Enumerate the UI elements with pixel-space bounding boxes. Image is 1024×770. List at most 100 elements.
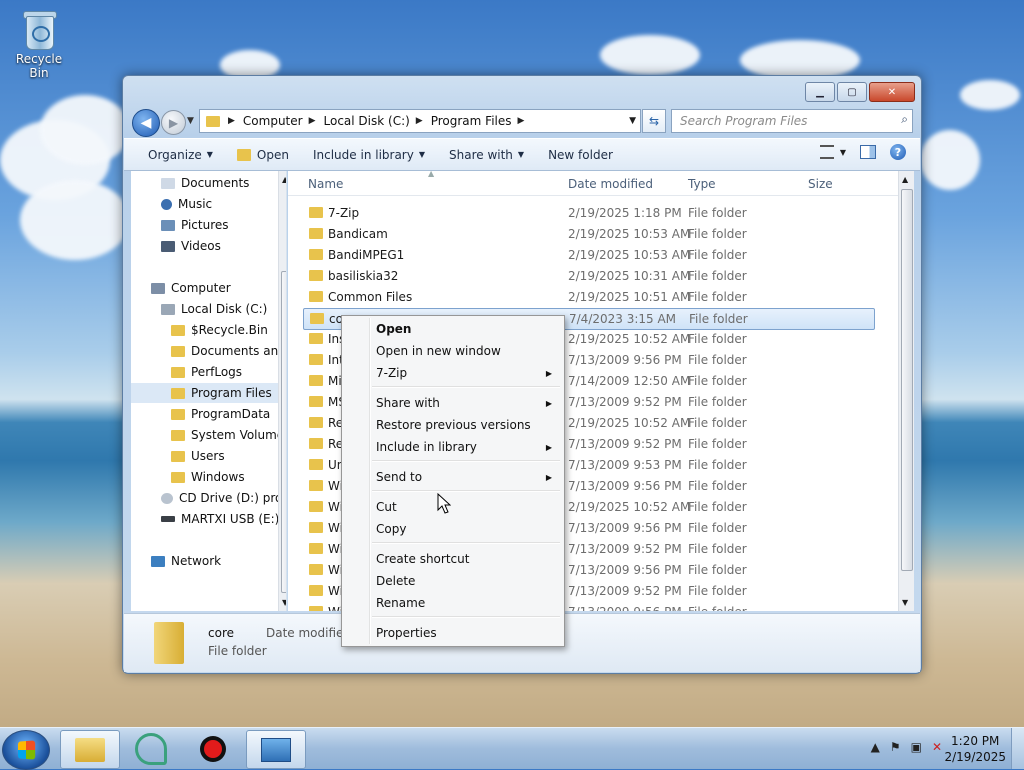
file-type: File folder xyxy=(688,605,747,611)
network-tray-icon[interactable]: ▣ xyxy=(911,740,922,754)
folder-icon xyxy=(171,324,185,336)
include-in-library-button[interactable]: Include in library ▼ xyxy=(313,148,425,162)
open-button[interactable]: Open xyxy=(236,148,289,162)
menu-item-rename[interactable]: Rename xyxy=(376,593,556,613)
new-folder-button[interactable]: New folder xyxy=(548,148,613,162)
menu-item-properties[interactable]: Properties xyxy=(376,623,556,643)
chevron-right-icon[interactable]: ▶ xyxy=(309,116,316,126)
taskbar-explorer-button[interactable] xyxy=(60,730,120,769)
nav-item-music[interactable]: Music xyxy=(161,194,212,214)
nav-label: Documents and xyxy=(191,344,286,358)
nav-item-local-disk[interactable]: Local Disk (C:) xyxy=(161,299,267,319)
content-scrollbar[interactable]: ▲ ▼ xyxy=(898,171,914,611)
address-dropdown-icon[interactable]: ▼ xyxy=(629,116,636,126)
menu-item-share-with[interactable]: Share with ▶ xyxy=(376,393,556,413)
nav-item-documents[interactable]: Documents xyxy=(161,173,249,193)
nav-item-programdata[interactable]: ProgramData xyxy=(171,404,270,424)
breadcrumb-program-files[interactable]: Program Files xyxy=(431,114,512,128)
column-date-modified[interactable]: Date modified xyxy=(568,177,653,191)
folder-icon xyxy=(309,375,323,386)
address-bar[interactable]: ▶ Computer ▶ Local Disk (C:) ▶ Program F… xyxy=(199,109,641,133)
nav-item-perflogs[interactable]: PerfLogs xyxy=(171,362,242,382)
start-button[interactable] xyxy=(2,730,50,770)
search-input[interactable]: Search Program Files ⌕ xyxy=(671,109,913,133)
column-type[interactable]: Type xyxy=(688,177,716,191)
file-type: File folder xyxy=(688,542,747,556)
taskbar-bandicam-button[interactable] xyxy=(184,730,242,767)
table-row[interactable]: BandiMPEG1 2/19/2025 10:53 AM File folder xyxy=(303,245,873,265)
scroll-down-icon[interactable]: ▼ xyxy=(282,598,286,607)
menu-item-delete[interactable]: Delete xyxy=(376,571,556,591)
column-size[interactable]: Size xyxy=(808,177,833,191)
taskbar-app-dragon-button[interactable] xyxy=(122,730,180,767)
menu-item-restore-previous[interactable]: Restore previous versions xyxy=(376,415,556,435)
nav-scrollbar[interactable]: ▲ ▼ xyxy=(278,171,286,611)
preview-pane-icon[interactable] xyxy=(860,145,876,159)
nav-item-videos[interactable]: Videos xyxy=(161,236,221,256)
nav-item-users[interactable]: Users xyxy=(171,446,225,466)
search-icon[interactable]: ⌕ xyxy=(901,112,908,127)
menu-item-create-shortcut[interactable]: Create shortcut xyxy=(376,549,556,569)
nav-item-documents-and-settings[interactable]: Documents and xyxy=(171,341,286,361)
close-button[interactable]: ✕ xyxy=(869,82,915,102)
menu-item-open-new-window[interactable]: Open in new window xyxy=(376,341,556,361)
nav-item-cd-drive[interactable]: CD Drive (D:) pro xyxy=(161,488,282,508)
nav-item-recycle-bin-folder[interactable]: $Recycle.Bin xyxy=(171,320,268,340)
help-icon[interactable]: ? xyxy=(890,144,906,160)
change-view-button[interactable]: ▼ xyxy=(819,145,846,159)
organize-button[interactable]: Organize ▼ xyxy=(148,148,213,162)
cloud xyxy=(600,35,700,75)
menu-item-open[interactable]: Open xyxy=(376,319,556,339)
large-folder-icon xyxy=(154,622,184,664)
table-row[interactable]: basiliskia32 2/19/2025 10:31 AM File folde… xyxy=(303,266,873,286)
nav-item-usb-drive[interactable]: MARTXI USB (E:) xyxy=(161,509,279,529)
recycle-bin-shortcut[interactable]: Recycle Bin xyxy=(6,8,72,80)
file-date: 7/13/2009 9:53 PM xyxy=(568,458,682,472)
scroll-down-icon[interactable]: ▼ xyxy=(902,598,908,607)
minimize-button[interactable]: ▁ xyxy=(805,82,835,102)
nav-item-program-files[interactable]: Program Files xyxy=(131,383,278,403)
breadcrumb-local-disk[interactable]: Local Disk (C:) xyxy=(324,114,410,128)
action-center-flag-icon[interactable]: ⚑ xyxy=(890,740,901,754)
nav-item-computer[interactable]: Computer xyxy=(151,278,231,298)
nav-item-pictures[interactable]: Pictures xyxy=(161,215,229,235)
nav-scroll-thumb[interactable] xyxy=(281,271,286,593)
clock[interactable]: 1:20 PM 2/19/2025 xyxy=(944,733,1006,765)
file-date: 7/13/2009 9:56 PM xyxy=(568,521,682,535)
folder-icon xyxy=(309,270,323,281)
nav-item-network[interactable]: Network xyxy=(151,551,221,571)
table-row[interactable]: Bandicam 2/19/2025 10:53 AM File folder xyxy=(303,224,873,244)
scroll-up-icon[interactable]: ▲ xyxy=(902,175,908,184)
content-scroll-thumb[interactable] xyxy=(901,189,913,571)
forward-button[interactable]: ▶ xyxy=(161,110,186,135)
menu-item-7zip[interactable]: 7-Zip ▶ xyxy=(376,363,556,383)
table-row[interactable]: 7-Zip 2/19/2025 1:18 PM File folder xyxy=(303,203,873,223)
maximize-button[interactable]: ▢ xyxy=(837,82,867,102)
menu-item-include-in-library[interactable]: Include in library ▶ xyxy=(376,437,556,457)
file-type: File folder xyxy=(688,584,747,598)
column-name[interactable]: Name xyxy=(308,177,343,191)
show-hidden-icons-icon[interactable]: ▲ xyxy=(871,740,880,754)
menu-item-send-to[interactable]: Send to ▶ xyxy=(376,467,556,487)
refresh-button[interactable]: ⇆ xyxy=(642,109,666,133)
nav-item-windows[interactable]: Windows xyxy=(171,467,245,487)
chevron-right-icon[interactable]: ▶ xyxy=(416,116,423,126)
recent-pages-dropdown[interactable]: ▼ xyxy=(187,116,194,126)
menu-item-copy[interactable]: Copy xyxy=(376,519,556,539)
share-label: Share with xyxy=(449,147,513,162)
share-with-button[interactable]: Share with ▼ xyxy=(449,148,524,162)
chevron-right-icon[interactable]: ▶ xyxy=(518,116,525,126)
taskbar-control-panel-button[interactable] xyxy=(246,730,306,769)
nav-item-system-volume[interactable]: System Volume xyxy=(171,425,284,445)
file-type: File folder xyxy=(688,437,747,451)
file-date: 7/13/2009 9:56 PM xyxy=(568,479,682,493)
menu-item-cut[interactable]: Cut xyxy=(376,497,556,517)
back-button[interactable]: ◀ xyxy=(132,109,160,137)
scroll-up-icon[interactable]: ▲ xyxy=(282,175,286,184)
show-desktop-button[interactable] xyxy=(1011,728,1024,769)
breadcrumb-computer[interactable]: Computer xyxy=(243,114,303,128)
volume-muted-icon[interactable]: ✕ xyxy=(932,740,942,754)
table-row[interactable]: Common Files 2/19/2025 10:51 AM File folde… xyxy=(303,287,873,307)
file-type: File folder xyxy=(688,395,747,409)
chevron-right-icon[interactable]: ▶ xyxy=(228,116,235,126)
